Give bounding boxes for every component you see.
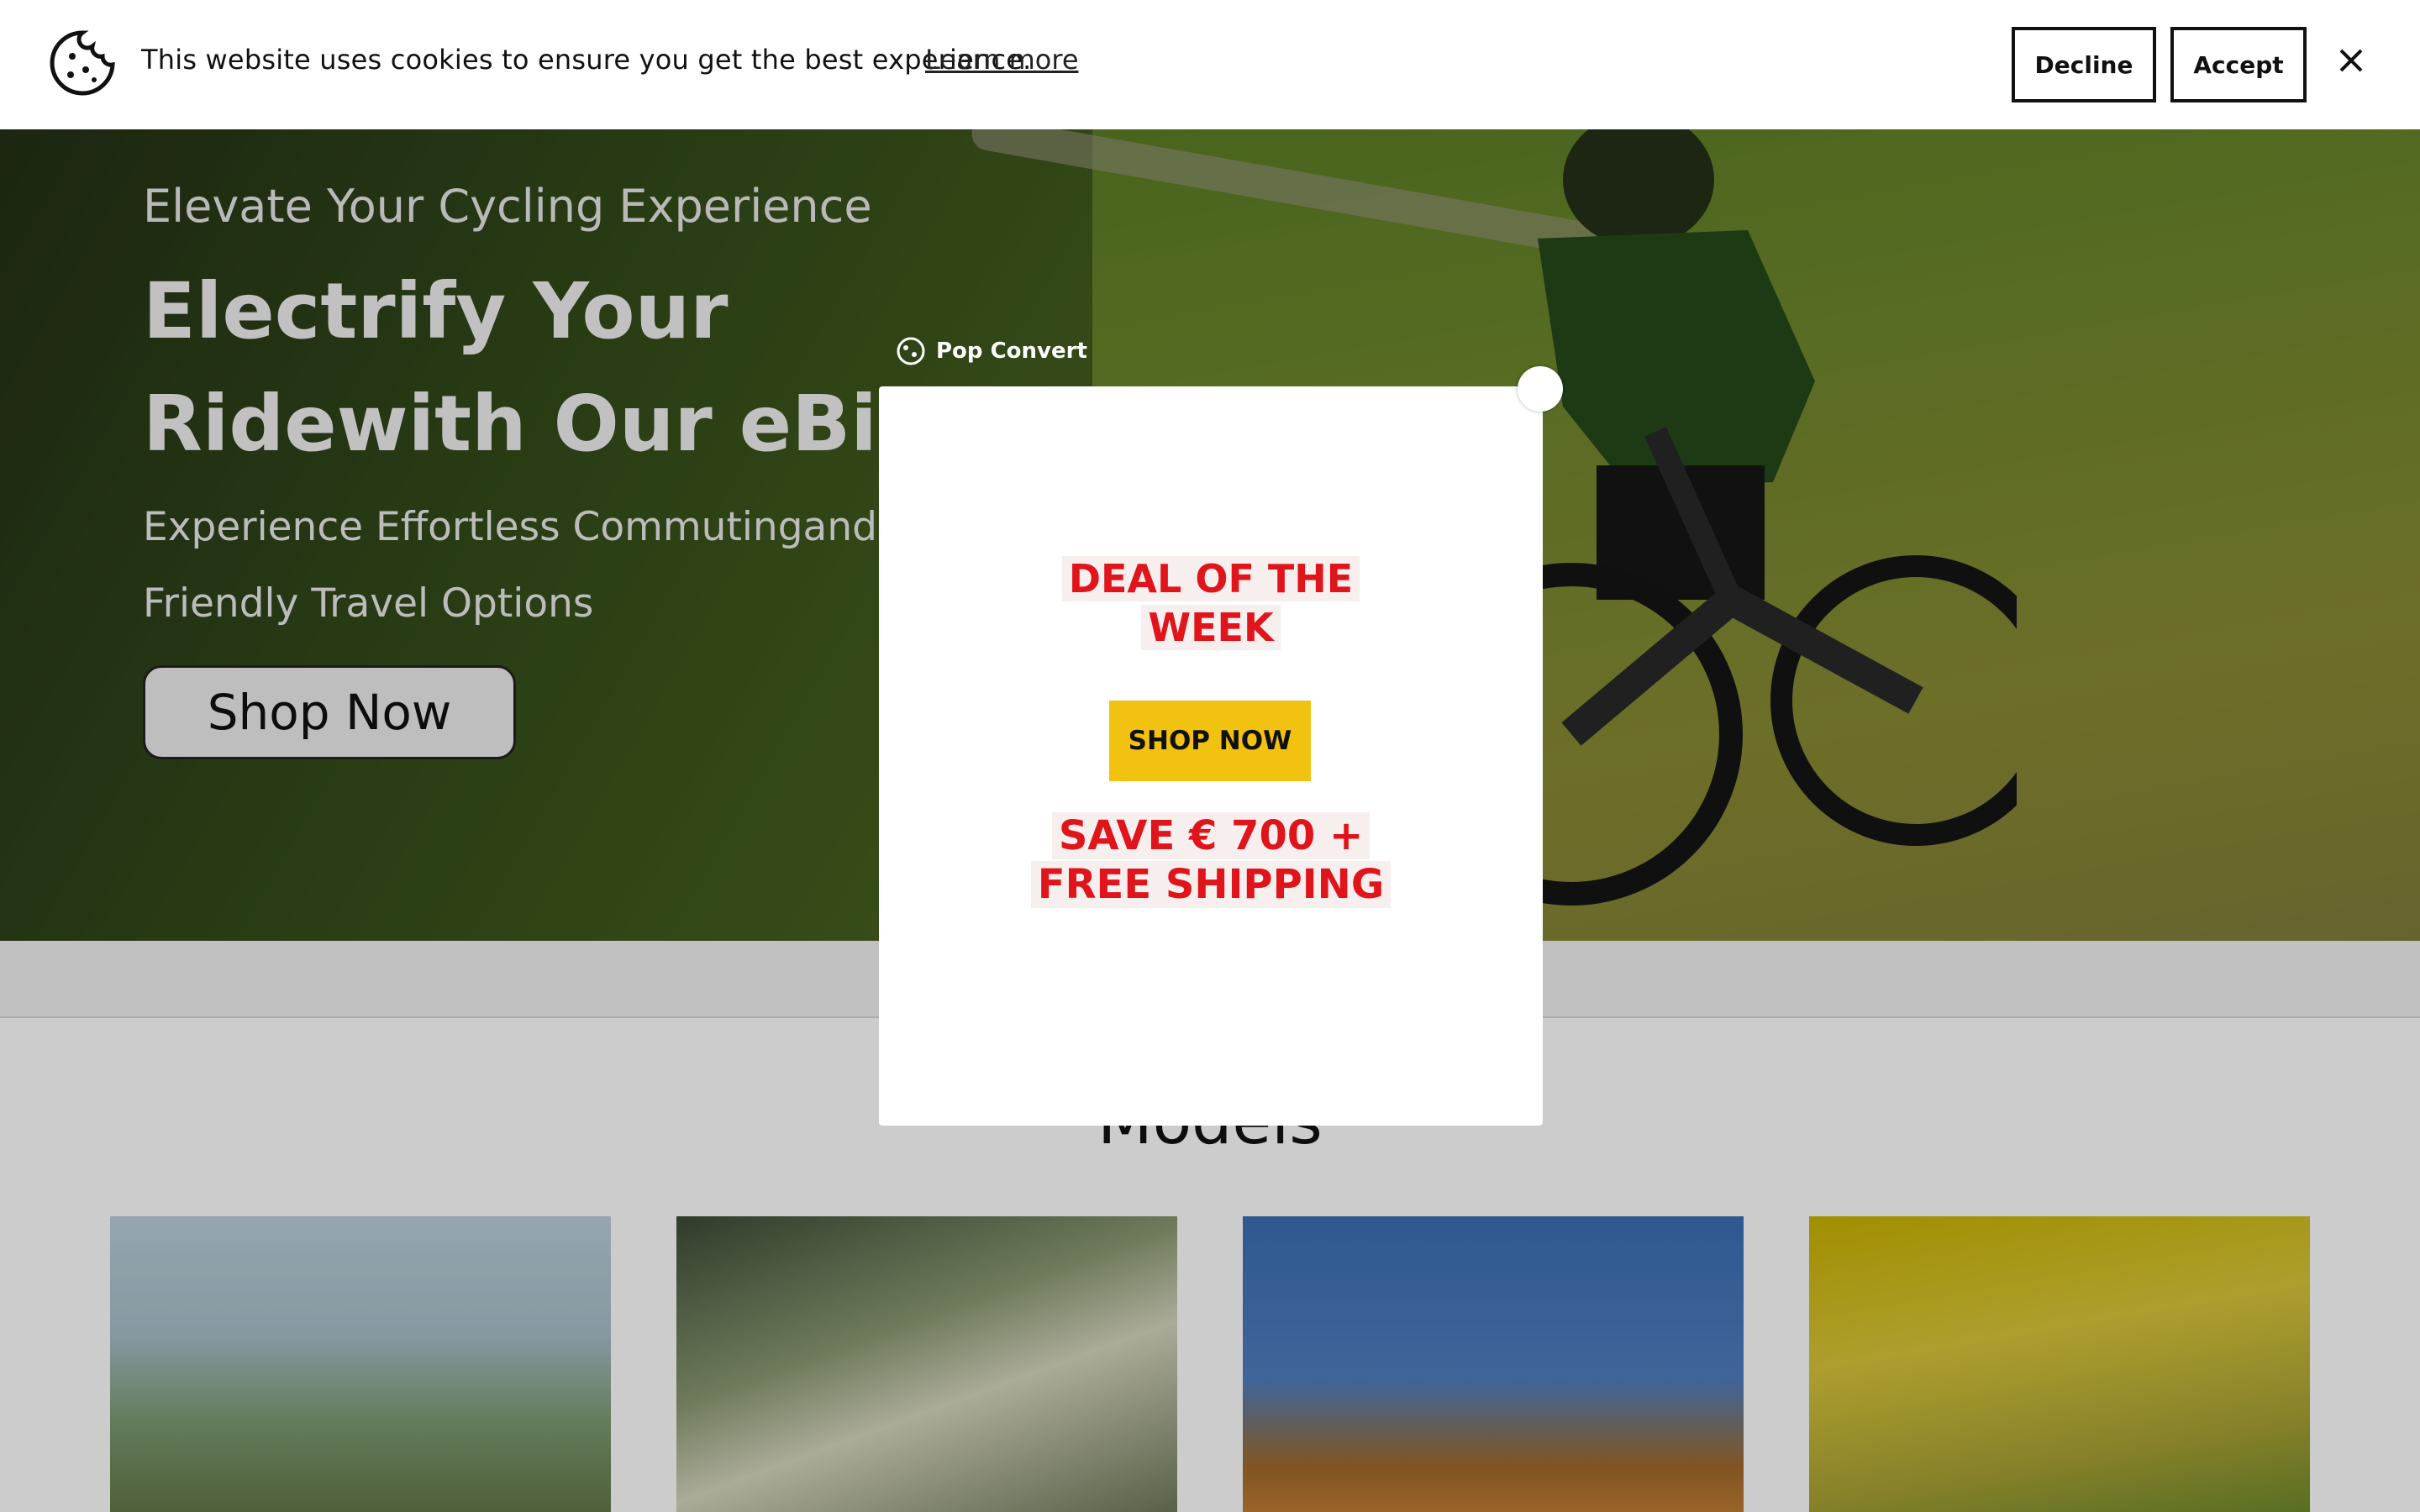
save-line: SAVE € 700 + [1051,812,1370,859]
popup-shop-now-button[interactable]: SHOP NOW [1109,701,1311,781]
pop-convert-brand: Pop Convert [894,334,1087,368]
save-line: FREE SHIPPING [1030,861,1392,908]
pop-convert-logo-icon [897,337,925,365]
close-icon[interactable] [2334,44,2368,77]
pop-convert-label: Pop Convert [936,339,1087,364]
deal-line: WEEK [1141,605,1281,650]
decline-button[interactable]: Decline [2012,27,2156,102]
save-offer: SAVE € 700 + FREE SHIPPING [879,811,1543,909]
cookie-icon [50,30,115,96]
deal-heading: DEAL OF THE WEEK [879,554,1543,652]
cookie-message: This website uses cookies to ensure you … [141,44,1032,76]
accept-button[interactable]: Accept [2170,27,2307,102]
deal-line: DEAL OF THE [1061,556,1360,601]
learn-more-link[interactable]: Learn more [925,44,1079,76]
popup-close-icon[interactable] [1518,366,1563,412]
cookie-banner: This website uses cookies to ensure you … [0,0,2420,129]
